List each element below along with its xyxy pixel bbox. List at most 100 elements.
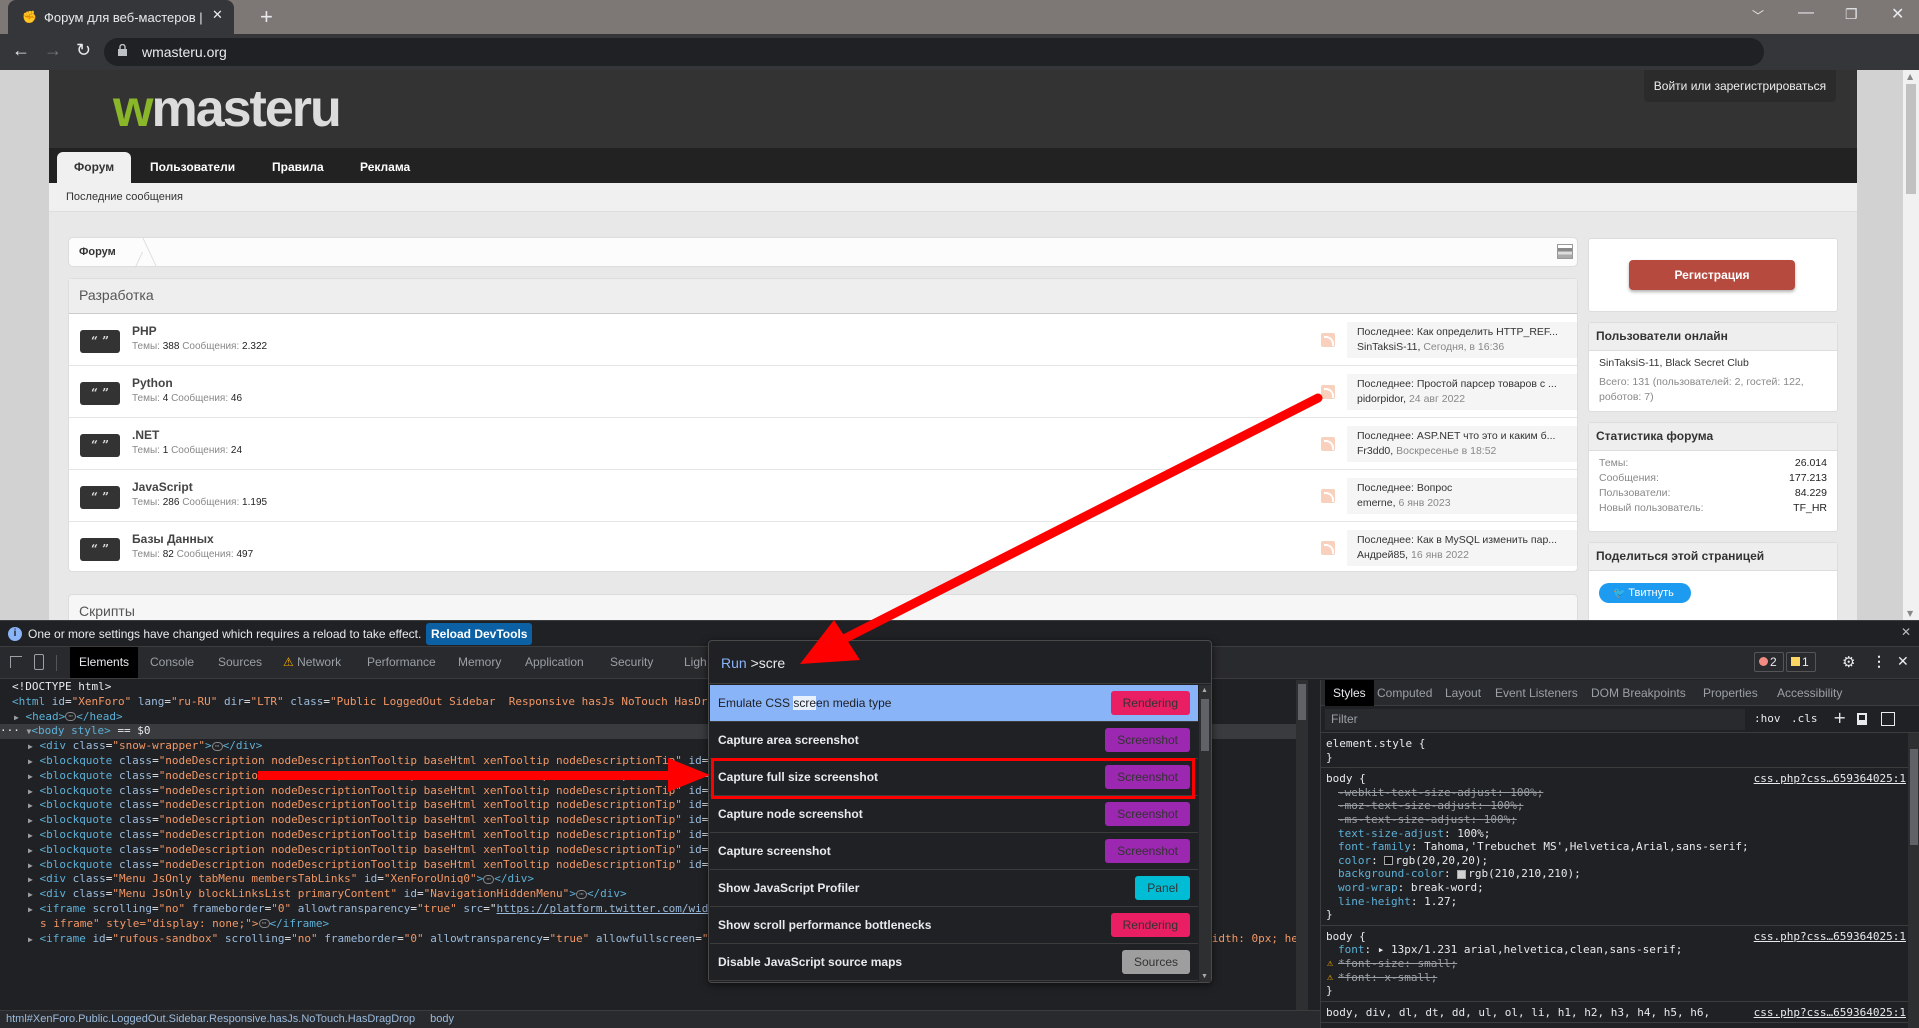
nav-tab-rules[interactable]: Правила [255, 152, 341, 183]
last-post-title[interactable]: Простой парсер товаров с ... [1417, 378, 1557, 390]
expand-triangle-icon[interactable]: ▶ [28, 935, 33, 944]
elements-scrollbar[interactable] [1296, 680, 1308, 1010]
color-swatch[interactable] [1457, 869, 1467, 879]
expand-triangle-icon[interactable]: ▶ [28, 890, 33, 899]
dom-crumb-html[interactable]: html#XenForo.Public.LoggedOut.Sidebar.Re… [6, 1013, 415, 1025]
forward-icon[interactable]: → [44, 40, 62, 61]
color-format-icon[interactable] [1857, 713, 1867, 725]
expand-triangle-icon[interactable]: ▶ [28, 816, 33, 825]
css-rule[interactable]: body, div, dl, dt, dd, ul, ol, li, h1, h… [1321, 1002, 1908, 1024]
styles-filter-input[interactable]: Filter [1325, 709, 1745, 730]
css-property[interactable]: text-size-adjust: 100%; [1326, 827, 1902, 841]
expand-triangle-icon[interactable]: ▶ [28, 742, 33, 751]
css-property[interactable]: ⚠ *font: x-small; [1326, 971, 1902, 985]
new-tab-button[interactable]: + [260, 4, 273, 30]
settings-gear-icon[interactable]: ⚙ [1842, 653, 1855, 671]
scroll-down-icon[interactable]: ▼ [1201, 973, 1208, 980]
css-property[interactable]: -moz-text-size-adjust: 100%; [1326, 799, 1902, 813]
computed-sidebar-toggle-icon[interactable] [1881, 712, 1895, 726]
scroll-up-icon[interactable]: ▲ [1907, 72, 1913, 81]
scroll-up-icon[interactable]: ▲ [1201, 687, 1208, 694]
online-users-list[interactable]: SinTaksiS-11, Black Secret Club [1589, 356, 1837, 371]
css-rule[interactable]: body {css.php?css…659364025:1 -webkit-tex… [1321, 768, 1908, 926]
restore-icon[interactable]: ❐ [1845, 6, 1858, 23]
command-item[interactable]: Capture area screenshot Screenshot [710, 722, 1198, 759]
tab-search-chevron-icon[interactable]: ﹀ [1752, 7, 1764, 24]
page-scroll-thumb[interactable] [1906, 84, 1916, 194]
sidebar-tab-computed[interactable]: Computed [1369, 680, 1440, 706]
warning-counter[interactable]: 1 [1786, 652, 1816, 672]
category-title[interactable]: Разработка [69, 279, 1577, 314]
infobar-close-icon[interactable]: ✕ [1901, 625, 1911, 639]
sidebar-tab-accessibility[interactable]: Accessibility [1769, 680, 1850, 706]
css-property[interactable]: -webkit-text-size-adjust: 100%; [1326, 786, 1902, 800]
collapsed-ellipsis-icon[interactable]: ⋯ [211, 741, 223, 751]
minimize-icon[interactable]: — [1798, 4, 1814, 22]
window-close-icon[interactable]: ✕ [1891, 4, 1904, 24]
sidebar-tab-dom-breakpoints[interactable]: DOM Breakpoints [1583, 680, 1694, 706]
device-toolbar-icon[interactable] [34, 654, 44, 670]
sidebar-tab-properties[interactable]: Properties [1695, 680, 1766, 706]
element-style-rule[interactable]: element.style {} [1321, 733, 1908, 769]
devtools-tab-application[interactable]: Application [516, 647, 593, 678]
rss-icon[interactable] [1321, 437, 1335, 451]
last-post-title[interactable]: ASP.NET что это и каким б... [1417, 430, 1556, 442]
command-item[interactable]: Disable JavaScript source maps Sources [710, 944, 1198, 981]
collapsed-ellipsis-icon[interactable]: ⋯ [483, 874, 495, 884]
rss-icon[interactable] [1321, 333, 1335, 347]
devtools-menu-icon[interactable]: ⋮ [1872, 653, 1886, 670]
css-property[interactable]: ⚠ *font-size: small; [1326, 957, 1902, 971]
css-property[interactable]: color: rgb(20,20,20); [1326, 854, 1902, 868]
expand-triangle-icon[interactable]: ▶ [28, 846, 33, 855]
css-property[interactable]: line-height: 1.27; [1326, 895, 1902, 909]
collapsed-ellipsis-icon[interactable]: ⋯ [575, 889, 587, 899]
breadcrumb-forum[interactable]: Форум [79, 246, 116, 258]
reload-icon[interactable]: ↻ [76, 40, 91, 61]
new-rule-icon[interactable]: + [1833, 708, 1846, 727]
scroll-down-icon[interactable]: ▼ [1907, 609, 1913, 618]
back-icon[interactable]: ← [12, 40, 30, 61]
expand-triangle-icon[interactable]: ▶ [28, 801, 33, 810]
devtools-tab-memory[interactable]: Memory [449, 647, 510, 678]
css-property[interactable]: -ms-text-size-adjust: 100%; [1326, 813, 1902, 827]
collapsed-ellipsis-icon[interactable]: ⋯ [65, 712, 77, 722]
command-item[interactable]: Capture node screenshot Screenshot [710, 796, 1198, 833]
expand-triangle-icon[interactable]: ▶ [28, 757, 33, 766]
command-item[interactable]: Show scroll performance bottlenecks Rende… [710, 907, 1198, 944]
devtools-tab-elements[interactable]: Elements [70, 647, 139, 678]
rule-source-link[interactable]: css.php?css…659364025:1 [1754, 772, 1906, 786]
devtools-tab-security[interactable]: Security [601, 647, 662, 678]
rss-icon[interactable] [1321, 541, 1335, 555]
jump-menu-icon[interactable] [1557, 244, 1573, 259]
styles-scrollbar[interactable] [1908, 733, 1919, 1028]
rss-icon[interactable] [1321, 385, 1335, 399]
nav-tab-users[interactable]: Пользователи [133, 152, 252, 183]
browser-tab[interactable]: ✊ Форум для веб-мастеров | wMasteru ✕ [8, 0, 234, 34]
collapsed-ellipsis-icon[interactable]: ⋯ [258, 919, 270, 929]
sidebar-tab-layout[interactable]: Layout [1437, 680, 1489, 706]
devtools-tab-performance[interactable]: Performance [358, 647, 445, 678]
expand-triangle-icon[interactable]: ▶ [28, 831, 33, 840]
sidebar-tab-styles[interactable]: Styles [1325, 680, 1374, 706]
expand-triangle-icon[interactable]: ▶ [28, 875, 33, 884]
expand-triangle-icon[interactable]: ▶ [28, 861, 33, 870]
css-property[interactable]: font: ▸ 13px/1.231 arial,helvetica,clean… [1326, 943, 1902, 957]
cls-toggle[interactable]: .cls [1791, 712, 1818, 725]
command-scroll-thumb[interactable] [1201, 699, 1209, 751]
elements-scroll-thumb[interactable] [1298, 684, 1306, 720]
expand-triangle-icon[interactable]: ▶ [28, 905, 33, 914]
style-rules[interactable]: element.style {} body {css.php?css…659364… [1321, 733, 1908, 1028]
last-post-user[interactable]: Андрей85 [1357, 549, 1405, 561]
rule-source-link[interactable]: css.php?css…659364025:1 [1754, 1006, 1906, 1020]
dom-crumb-body[interactable]: body [430, 1013, 454, 1025]
login-register-button[interactable]: Войти или зарегистрироваться [1644, 70, 1836, 102]
css-property[interactable]: font-family: Tahoma,'Trebuchet MS',Helve… [1326, 840, 1902, 854]
last-post-title[interactable]: Как в MySQL изменить пар... [1417, 534, 1557, 546]
nav-tab-forum[interactable]: Форум [57, 152, 132, 183]
last-post-user[interactable]: SinTaksiS-11 [1357, 341, 1418, 353]
color-swatch[interactable] [1384, 856, 1394, 866]
css-property[interactable]: background-color: rgb(210,210,210); [1326, 867, 1902, 881]
expand-triangle-icon[interactable]: ▶ [28, 772, 33, 781]
reload-devtools-button[interactable]: Reload DevTools [426, 623, 533, 645]
css-rule[interactable]: body {css.php?css…659364025:1 font: ▸ 13p… [1321, 926, 1908, 1002]
